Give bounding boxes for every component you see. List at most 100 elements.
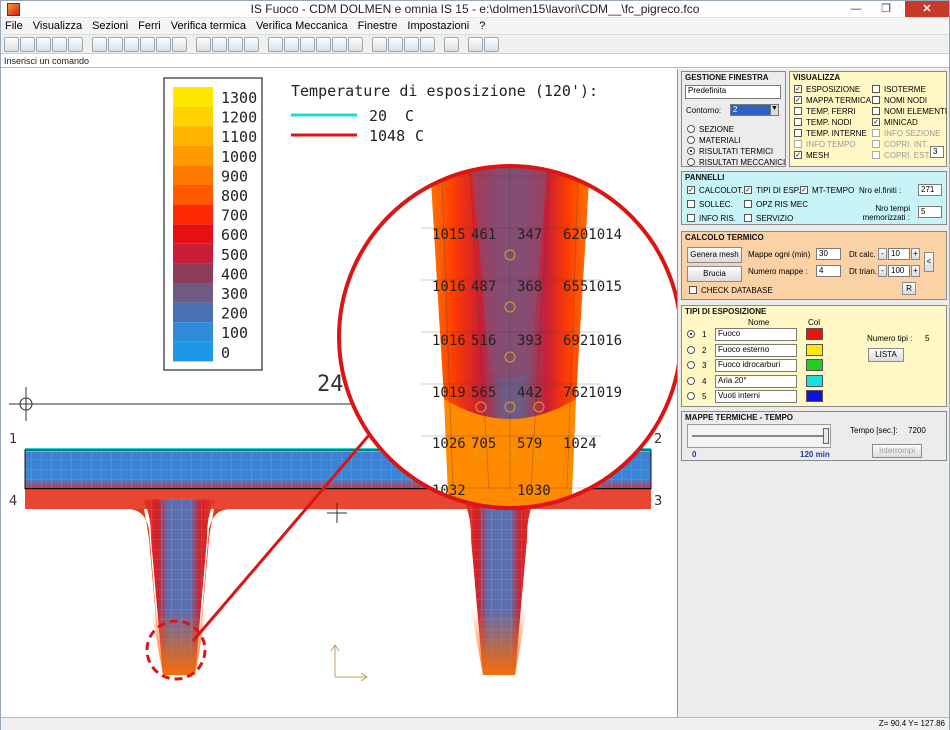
check-database-checkbox[interactable] — [689, 286, 697, 294]
radio-risultati-termici[interactable] — [687, 147, 695, 155]
bars-icon[interactable] — [300, 36, 315, 52]
mappe-input[interactable]: 30 — [816, 248, 841, 260]
report-icon[interactable] — [484, 36, 499, 52]
menu-finestre[interactable]: Finestre — [358, 20, 398, 32]
visualizza-checkbox[interactable] — [872, 129, 880, 137]
interrompi-button[interactable]: Interrompi — [872, 444, 922, 458]
menu-sezioni[interactable]: Sezioni — [92, 20, 128, 32]
tipo-name-field[interactable]: Vuoti interni — [715, 390, 797, 403]
menu-ferri[interactable]: Ferri — [138, 20, 161, 32]
radio-materiali[interactable] — [687, 136, 695, 144]
preset-field[interactable]: Predefinita — [685, 85, 781, 99]
visualizza-checkbox[interactable] — [872, 85, 880, 93]
menu-impostazioni[interactable]: Impostazioni — [407, 20, 469, 32]
zoom-out-icon[interactable] — [124, 36, 139, 52]
mesh-select-icon[interactable] — [228, 36, 243, 52]
edit-icon[interactable] — [244, 36, 259, 52]
visualizza-checkbox[interactable]: ✓ — [872, 118, 880, 126]
numero-mappe-input[interactable]: 4 — [816, 265, 841, 277]
fire-settings-icon[interactable] — [348, 36, 363, 52]
open-folder-icon[interactable] — [20, 36, 35, 52]
dtcalc-minus-button[interactable]: - — [878, 248, 887, 260]
zoom-window-icon[interactable] — [156, 36, 171, 52]
copri-value[interactable]: 3 — [930, 146, 944, 158]
dttrian-minus-button[interactable]: - — [878, 265, 887, 277]
dttrian-plus-button[interactable]: + — [911, 265, 920, 277]
lista-button[interactable]: LISTA — [868, 348, 904, 362]
visualizza-checkbox[interactable] — [794, 107, 802, 115]
visualizza-checkbox[interactable]: ✓ — [794, 96, 802, 104]
menu-verifica-termica[interactable]: Verifica termica — [171, 20, 246, 32]
save-icon[interactable] — [36, 36, 51, 52]
pannelli-checkbox[interactable]: ✓ — [800, 186, 808, 194]
visualizza-checkbox[interactable] — [872, 107, 880, 115]
dtcalc-plus-button[interactable]: + — [911, 248, 920, 260]
chevron-down-icon[interactable]: ▼ — [770, 104, 779, 116]
render-icon[interactable] — [172, 36, 187, 52]
menu-file[interactable]: File — [5, 20, 23, 32]
grid-icon[interactable] — [196, 36, 211, 52]
visualizza-checkbox[interactable] — [872, 151, 880, 159]
menu-visualizza[interactable]: Visualizza — [33, 20, 82, 32]
collapse-button[interactable]: < — [924, 252, 934, 272]
tipo-color-swatch[interactable] — [806, 390, 823, 402]
pannelli-checkbox[interactable] — [744, 214, 752, 222]
visualizza-checkbox[interactable] — [872, 140, 880, 148]
tipo-color-swatch[interactable] — [806, 359, 823, 371]
tipo-radio[interactable] — [687, 330, 695, 338]
tipo-name-field[interactable]: Fuoco — [715, 328, 797, 341]
visualizza-checkbox[interactable] — [872, 96, 880, 104]
node-move-icon[interactable] — [284, 36, 299, 52]
check-icon[interactable] — [444, 36, 459, 52]
brucia-button[interactable]: Brucia — [687, 266, 742, 282]
pannelli-checkbox[interactable] — [687, 200, 695, 208]
radio-sezione[interactable] — [687, 125, 695, 133]
visualizza-checkbox[interactable]: ✓ — [794, 151, 802, 159]
pannelli-checkbox[interactable]: ✓ — [687, 186, 695, 194]
tipo-name-field[interactable]: Fuoco idrocarburi — [715, 359, 797, 372]
menu-help[interactable]: ? — [479, 20, 485, 32]
tipo-radio[interactable] — [687, 376, 695, 385]
zoom-extents-icon[interactable] — [92, 36, 107, 52]
visualizza-checkbox[interactable]: ✓ — [794, 85, 802, 93]
tipo-radio[interactable] — [687, 392, 695, 400]
export-icon[interactable] — [52, 36, 67, 52]
tipo-color-swatch[interactable] — [806, 328, 823, 340]
time-slider-thumb[interactable] — [823, 428, 829, 444]
table-icon[interactable] — [404, 36, 419, 52]
mesh-icon[interactable] — [212, 36, 227, 52]
r-button[interactable]: R — [902, 282, 916, 295]
zoom-in-icon[interactable] — [108, 36, 123, 52]
tipo-radio[interactable] — [687, 361, 695, 369]
drawing-area[interactable]: 1300 1200 1100 1000 900 800 700 600 500 400 300 200… — [1, 69, 677, 717]
time-slider[interactable] — [687, 424, 831, 448]
node-add-icon[interactable] — [268, 36, 283, 52]
visualizza-checkbox[interactable] — [794, 129, 802, 137]
pannelli-checkbox[interactable] — [744, 200, 752, 208]
thermal-map-icon[interactable] — [372, 36, 387, 52]
tipo-name-field[interactable]: Fuoco esterno — [715, 343, 797, 357]
minimize-button[interactable]: — — [843, 1, 869, 17]
pannelli-checkbox[interactable]: ✓ — [744, 186, 752, 194]
tipo-color-swatch[interactable] — [806, 343, 823, 356]
visualizza-checkbox[interactable] — [794, 118, 802, 126]
menu-verifica-meccanica[interactable]: Verifica Meccanica — [256, 20, 348, 32]
command-input[interactable]: Inserisci un comando — [1, 55, 949, 68]
new-file-icon[interactable] — [4, 36, 19, 52]
tipo-color-swatch[interactable] — [806, 374, 823, 387]
radio-risultati-meccanici[interactable] — [687, 158, 695, 166]
tipo-radio[interactable] — [687, 345, 695, 354]
tipo-name-field[interactable]: Aria 20° — [715, 374, 797, 388]
pannelli-checkbox[interactable] — [687, 214, 695, 222]
pencil-icon[interactable] — [388, 36, 403, 52]
genera-mesh-button[interactable]: Genera mesh — [687, 247, 742, 263]
bars-edit-icon[interactable] — [316, 36, 331, 52]
close-button[interactable]: ✕ — [905, 1, 949, 17]
visualizza-checkbox[interactable] — [794, 140, 802, 148]
print-icon[interactable] — [68, 36, 83, 52]
dttrian-input[interactable]: 100 — [888, 265, 910, 277]
pan-icon[interactable] — [140, 36, 155, 52]
check-fire-icon[interactable] — [468, 36, 483, 52]
fire-icon[interactable] — [420, 36, 435, 52]
maximize-button[interactable]: ❐ — [873, 1, 899, 17]
